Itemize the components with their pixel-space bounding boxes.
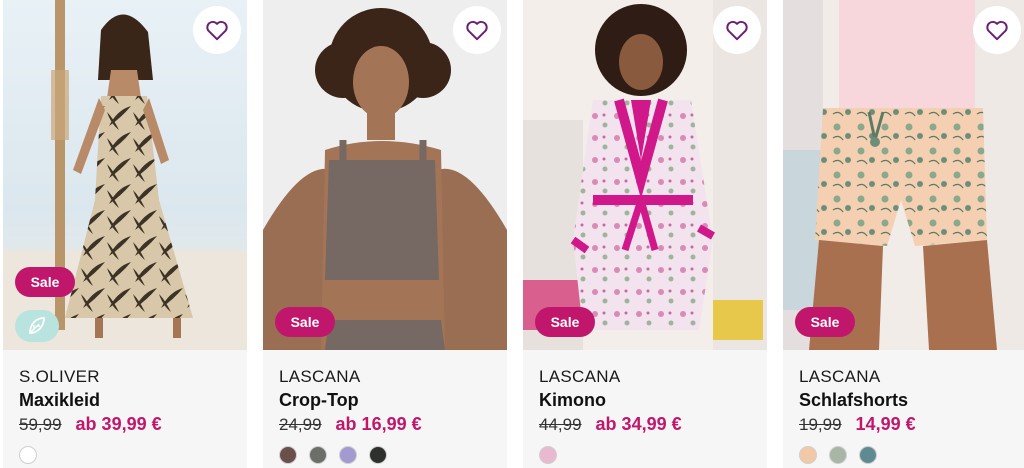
color-swatch[interactable] [539,446,557,464]
product-card[interactable]: Sale LASCANA Kimono 44,99 ab 34,99 € [523,0,767,468]
old-price: 19,99 [799,415,842,434]
color-swatch[interactable] [339,446,357,464]
color-swatch[interactable] [19,446,37,464]
product-name[interactable]: Kimono [539,388,759,412]
old-price: 44,99 [539,415,582,434]
product-brand: LASCANA [279,367,361,386]
product-grid: Sale S.OLIVER Maxikleid 59,99 ab 39,99 € [0,0,1024,468]
leaf-icon [29,317,45,334]
product-brand: LASCANA [799,367,881,386]
sale-badge: Sale [795,307,855,337]
sale-price: ab 39,99 € [75,414,162,434]
old-price: 59,99 [19,415,62,434]
product-info: S.OLIVER Maxikleid 59,99 ab 39,99 € [19,366,239,464]
product-info: LASCANA Crop-Top 24,99 ab 16,99 € [279,366,499,464]
color-swatch[interactable] [279,446,297,464]
sustainability-badge [15,310,59,342]
price-row: 59,99 ab 39,99 € [19,414,239,440]
product-name[interactable]: Schlafshorts [799,388,1019,412]
color-swatches [19,446,239,464]
color-swatches [279,446,499,464]
sale-price: ab 16,99 € [335,414,422,434]
heart-icon [726,21,748,41]
sale-badge: Sale [535,307,595,337]
price-row: 44,99 ab 34,99 € [539,414,759,440]
color-swatch[interactable] [829,446,847,464]
price-row: 19,99 14,99 € [799,414,1019,440]
product-card[interactable]: Sale S.OLIVER Maxikleid 59,99 ab 39,99 € [3,0,247,468]
color-swatch[interactable] [859,446,877,464]
wishlist-button[interactable] [973,6,1021,54]
price-row: 24,99 ab 16,99 € [279,414,499,440]
product-card[interactable]: Sale LASCANA Crop-Top 24,99 ab 16,99 € [263,0,507,468]
sale-badge: Sale [275,307,335,337]
product-info: LASCANA Schlafshorts 19,99 14,99 € [799,366,1019,464]
product-name[interactable]: Maxikleid [19,388,239,412]
product-brand: LASCANA [539,367,621,386]
color-swatches [799,446,1019,464]
product-brand: S.OLIVER [19,367,100,386]
sale-price: ab 34,99 € [595,414,682,434]
product-card[interactable]: Sale LASCANA Schlafshorts 19,99 14,99 € [783,0,1024,468]
wishlist-button[interactable] [453,6,501,54]
wishlist-button[interactable] [193,6,241,54]
color-swatch[interactable] [309,446,327,464]
color-swatches [539,446,759,464]
product-name[interactable]: Crop-Top [279,388,499,412]
sale-badge: Sale [15,267,75,297]
heart-icon [986,21,1008,41]
color-swatch[interactable] [369,446,387,464]
heart-icon [206,21,228,41]
heart-icon [466,21,488,41]
sale-price: 14,99 € [855,414,916,434]
color-swatch[interactable] [799,446,817,464]
wishlist-button[interactable] [713,6,761,54]
old-price: 24,99 [279,415,322,434]
product-info: LASCANA Kimono 44,99 ab 34,99 € [539,366,759,464]
